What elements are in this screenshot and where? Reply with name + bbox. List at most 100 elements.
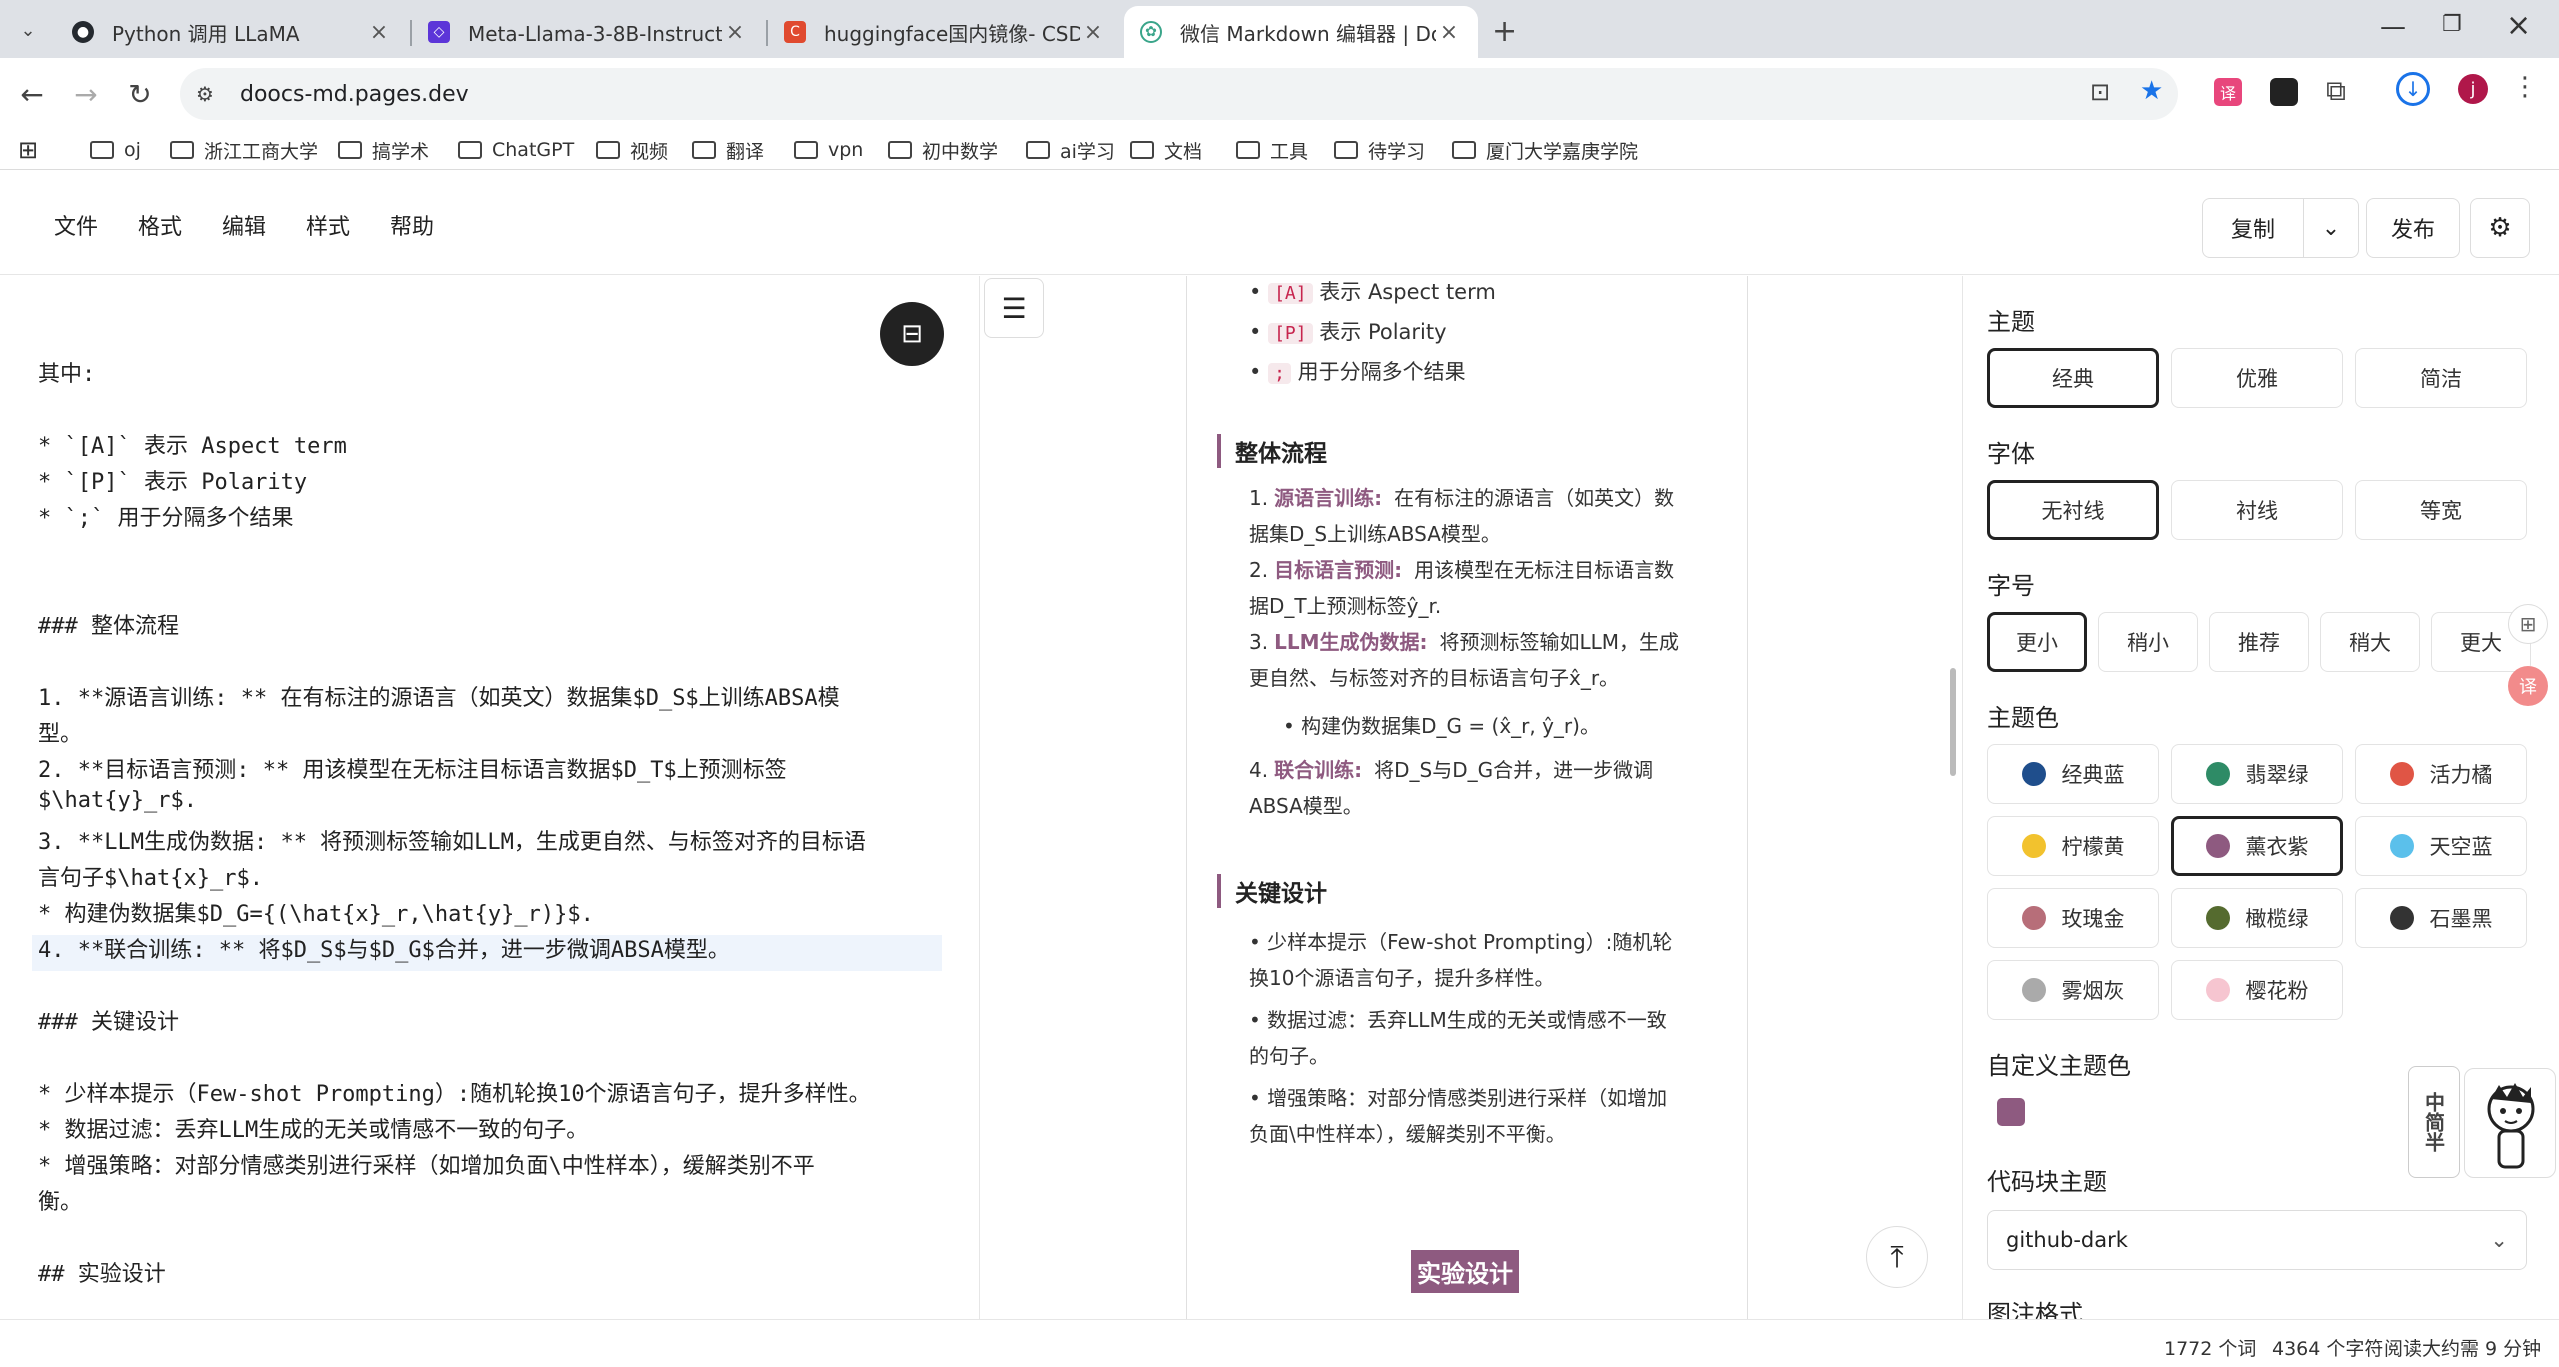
apps-grid-icon[interactable]: ⊞	[18, 130, 38, 170]
theme-simple[interactable]: 简洁	[2355, 348, 2527, 408]
new-tab-icon[interactable]: +	[1492, 14, 1517, 49]
bookmark-folder[interactable]: oj	[90, 130, 141, 170]
restore-icon[interactable]: ❐	[2442, 12, 2462, 37]
tab-csdn[interactable]: C huggingface国内镜像- CSDN ×	[768, 6, 1122, 58]
extensions-puzzle-icon[interactable]: ⧉	[2326, 74, 2346, 108]
translate-float-icon[interactable]: 译	[2508, 666, 2548, 706]
bookmark-folder[interactable]: ChatGPT	[458, 130, 574, 170]
close-icon[interactable]: ×	[722, 20, 748, 45]
bookmark-folder[interactable]: 浙江工商大学	[170, 130, 318, 170]
preview-heading-design: 关键设计	[1217, 874, 1327, 908]
bookmark-folder[interactable]: 厦门大学嘉庚学院	[1452, 130, 1638, 170]
bookmark-folder[interactable]: 待学习	[1334, 130, 1425, 170]
theme-color-option[interactable]: 天空蓝	[2355, 816, 2527, 876]
theme-color-option[interactable]: 翡翠绿	[2171, 744, 2343, 804]
preview-flow-cont: 据集D_S上训练ABSA模型。	[1249, 522, 1501, 546]
bookmark-folder[interactable]: ai学习	[1026, 130, 1115, 170]
menu-edit[interactable]: 编辑	[222, 209, 266, 241]
close-icon[interactable]: ×	[366, 20, 392, 45]
size-label: 字号	[1987, 572, 2035, 600]
reload-icon[interactable]: ↻	[122, 76, 158, 112]
bookmark-folder[interactable]: 搞学术	[338, 130, 429, 170]
font-size-option[interactable]: 稍大	[2320, 612, 2420, 672]
site-info-icon[interactable]: ⚙	[196, 82, 214, 106]
close-icon[interactable]: ×	[1436, 20, 1462, 45]
tab-search-icon[interactable]: ⌄	[14, 16, 42, 44]
copy-button[interactable]: 复制	[2202, 198, 2304, 258]
folder-icon	[1026, 141, 1050, 159]
publish-button[interactable]: 发布	[2366, 198, 2460, 258]
bookmark-folder[interactable]: 初中数学	[888, 130, 998, 170]
folder-icon	[458, 141, 482, 159]
theme-color-option[interactable]: 柠檬黄	[1987, 816, 2159, 876]
font-size-option[interactable]: 稍小	[2098, 612, 2198, 672]
editor-line: 其中:	[38, 362, 96, 387]
word-count: 1772 个词	[2164, 1338, 2257, 1360]
profile-avatar[interactable]: j	[2458, 74, 2488, 104]
translate-extension-icon[interactable]: 译	[2214, 78, 2242, 106]
theme-color-option[interactable]: 樱花粉	[2171, 960, 2343, 1020]
minimize-icon[interactable]: —	[2380, 12, 2406, 42]
preview-design-cont: 换10个源语言句子，提升多样性。	[1249, 966, 1555, 990]
markdown-editor[interactable]: 其中: * `[A]` 表示 Aspect term * `[P]` 表示 Pola…	[0, 276, 980, 1319]
preview-scrollbar[interactable]	[1950, 668, 1956, 776]
sidebar-apps-icon[interactable]: ⊞	[2508, 604, 2548, 644]
folder-icon	[888, 141, 912, 159]
menu-help[interactable]: 帮助	[390, 209, 434, 241]
settings-gear-icon[interactable]: ⚙	[2470, 198, 2530, 258]
extension-icon[interactable]	[2270, 78, 2298, 106]
custom-color-swatch[interactable]	[1997, 1098, 2025, 1126]
bookmark-folder[interactable]: 工具	[1236, 130, 1308, 170]
theme-color-option[interactable]: 玫瑰金	[1987, 888, 2159, 948]
close-icon[interactable]: ×	[1080, 20, 1106, 45]
pane-gutter	[980, 276, 1186, 1319]
theme-color-option[interactable]: 经典蓝	[1987, 744, 2159, 804]
editor-line: * `[A]` 表示 Aspect term	[38, 434, 347, 459]
theme-color-option[interactable]: 雾烟灰	[1987, 960, 2159, 1020]
theme-elegant[interactable]: 优雅	[2171, 348, 2343, 408]
theme-color-option[interactable]: 活力橘	[2355, 744, 2527, 804]
bookmarks-bar: ⊞ oj 浙江工商大学 搞学术 ChatGPT 视频 翻译 vpn 初中数学 ai学习 文档 工具 待…	[0, 130, 2559, 170]
bookmark-label: ai学习	[1060, 140, 1115, 163]
theme-color-option[interactable]: 石墨黑	[2355, 888, 2527, 948]
font-serif[interactable]: 衬线	[2171, 480, 2343, 540]
theme-color-option[interactable]: 薰衣紫	[2171, 816, 2343, 876]
back-icon[interactable]: ←	[14, 76, 50, 112]
bookmark-folder[interactable]: 文档	[1130, 130, 1202, 170]
theme-classic[interactable]: 经典	[1987, 348, 2159, 408]
font-mono[interactable]: 等宽	[2355, 480, 2527, 540]
bookmark-folder[interactable]: vpn	[794, 130, 863, 170]
scroll-to-top-icon[interactable]: ⤒	[1866, 1226, 1928, 1288]
tab-doocs-md[interactable]: ✿ 微信 Markdown 编辑器 | Doocs ×	[1124, 6, 1478, 58]
tab-meta-llama[interactable]: ◇ Meta-Llama-3-8B-Instruct · 模 ×	[412, 6, 764, 58]
install-app-icon[interactable]: ⊡	[2090, 78, 2110, 106]
color-dot	[2021, 834, 2046, 858]
tab-python-llama[interactable]: ● Python 调用 LLaMA ×	[56, 6, 408, 58]
codeblock-theme-select[interactable]: github-dark ⌄	[1987, 1210, 2527, 1270]
folder-icon	[692, 141, 716, 159]
menu-format[interactable]: 格式	[138, 209, 182, 241]
omnibox[interactable]: ⚙ doocs-md.pages.dev ⊡ ★	[180, 68, 2178, 120]
copy-options-chevron-icon[interactable]: ⌄	[2303, 198, 2359, 258]
font-size-option[interactable]: 推荐	[2209, 612, 2309, 672]
theme-color-option[interactable]: 橄榄绿	[2171, 888, 2343, 948]
bookmark-star-icon[interactable]: ★	[2140, 76, 2163, 106]
window-close-icon[interactable]: ×	[2506, 8, 2531, 43]
bookmark-folder[interactable]: 翻译	[692, 130, 764, 170]
browser-menu-icon[interactable]: ⋮	[2512, 72, 2538, 102]
ai-assistant-robot-icon[interactable]: ⊟	[880, 302, 944, 366]
font-size-option[interactable]: 更小	[1987, 612, 2087, 672]
mascot-widget[interactable]	[2464, 1068, 2556, 1178]
editor-line: ### 关键设计	[38, 1010, 179, 1035]
bookmark-folder[interactable]: 视频	[596, 130, 668, 170]
download-icon[interactable]: ↓	[2396, 72, 2430, 106]
font-sans[interactable]: 无衬线	[1987, 480, 2159, 540]
menu-style[interactable]: 样式	[306, 209, 350, 241]
ime-status-widget[interactable]: 中简半	[2408, 1066, 2460, 1178]
preview-flow-item: • 构建伪数据集D_G = (x̂_r, ŷ_r)。	[1283, 710, 1600, 739]
toc-list-icon[interactable]: ☰	[984, 278, 1044, 338]
preview-flow-cont: ABSA模型。	[1249, 794, 1363, 818]
forward-icon[interactable]: →	[68, 76, 104, 112]
color-dot	[2205, 834, 2230, 858]
menu-file[interactable]: 文件	[54, 209, 98, 241]
